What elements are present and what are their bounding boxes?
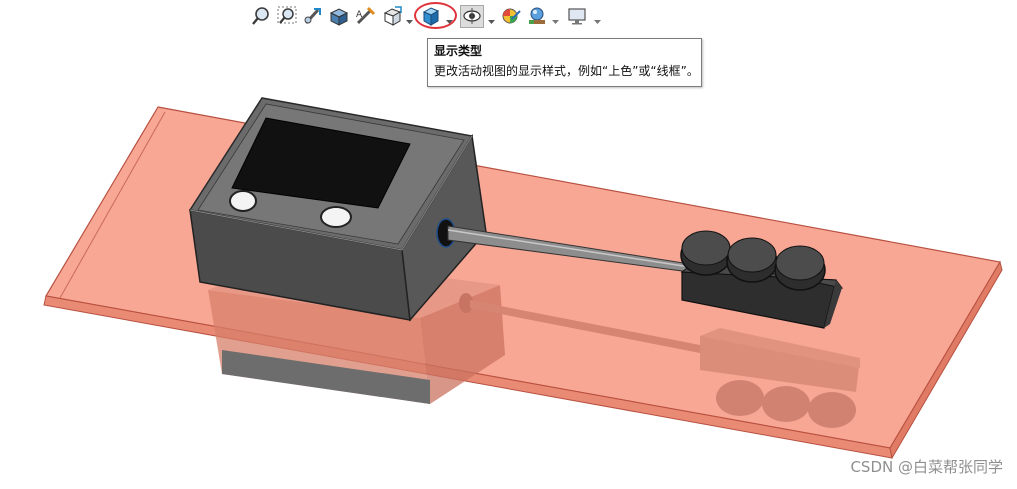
display-style-tooltip: 显示类型 更改活动视图的显示样式，例如“上色”或“线框”。 (427, 38, 702, 87)
chevron-down-icon (594, 20, 601, 24)
tooltip-title: 显示类型 (434, 44, 483, 58)
appearance-sphere-icon (502, 8, 521, 24)
magnifier-area-icon (277, 6, 297, 24)
zoom-to-area-button[interactable] (276, 5, 298, 27)
view-orientation-dropdown[interactable] (406, 11, 413, 24)
dynamic-annotation-views-button[interactable]: A (354, 5, 376, 27)
highlight-ring (414, 2, 457, 29)
scene-icon (529, 7, 545, 24)
eye-icon (463, 8, 481, 24)
magnifier-fit-icon (252, 7, 269, 25)
watermark-text: CSDN @白菜帮张同学 (850, 458, 1003, 476)
view-settings-button[interactable] (566, 5, 588, 27)
chevron-down-icon (552, 20, 559, 24)
view-orientation-button[interactable] (382, 5, 404, 27)
view-orientation-cube-icon (383, 6, 402, 26)
edit-appearance-button[interactable] (500, 5, 522, 27)
section-view-icon (329, 8, 349, 26)
view-settings-dropdown[interactable] (594, 11, 601, 24)
previous-view-icon (304, 8, 321, 25)
zoom-to-fit-button[interactable] (250, 5, 272, 27)
annotation-view-icon: A (356, 6, 376, 25)
previous-view-button[interactable] (302, 5, 324, 27)
monitor-icon (568, 8, 586, 25)
apply-scene-dropdown[interactable] (552, 11, 559, 24)
graphics-area[interactable]: A 显示类型 更改活动视图的显示样式，例如“上色”或“线框”。 CSDN @白菜… (0, 0, 1017, 489)
transparent-plate[interactable] (43, 106, 1003, 460)
svg-text:A: A (356, 10, 363, 20)
chevron-down-icon (488, 20, 495, 24)
chevron-down-icon (406, 20, 413, 24)
apply-scene-button[interactable] (526, 5, 548, 27)
hide-show-items-dropdown[interactable] (488, 11, 495, 24)
tooltip-description: 更改活动视图的显示样式，例如“上色”或“线框”。 (434, 64, 699, 78)
hide-show-items-button[interactable] (460, 5, 484, 28)
section-view-button[interactable] (328, 5, 350, 27)
